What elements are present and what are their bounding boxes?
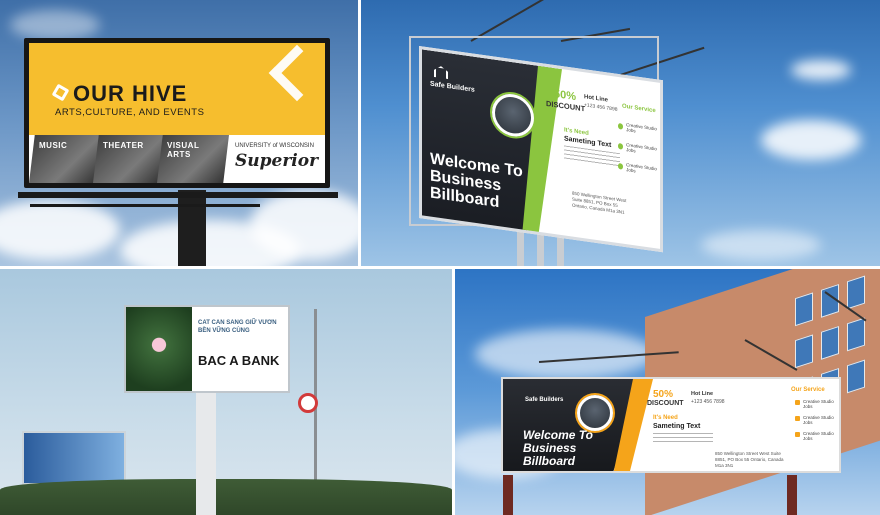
cloud	[761, 120, 861, 160]
photo-strip: MUSIC THEATER VISUAL ARTS UNIVERSITY of …	[29, 135, 325, 183]
building-window	[821, 325, 839, 360]
billboard-frame: OUR HIVE ARTS,CULTURE, AND EVENTS MUSIC …	[24, 38, 330, 188]
portrait-photo	[577, 395, 613, 431]
hexagon-icon	[51, 83, 70, 102]
discount-label: DISCOUNT	[647, 400, 684, 407]
bullet-icon	[618, 142, 624, 150]
service-item: Creative Studio Jobs	[618, 161, 662, 177]
photo-tile-theater: THEATER	[93, 135, 165, 183]
building-window	[795, 334, 813, 369]
building-window	[795, 292, 813, 327]
service-label: Creative Studio Jobs	[626, 162, 657, 174]
billboard-title: OUR HIVE	[73, 81, 188, 106]
service-item: Creative Studio Jobs	[795, 415, 839, 425]
headline: Welcome To Business Billboard	[523, 428, 594, 468]
services-title: Our Service	[791, 387, 825, 393]
hotline-label: Hot Line	[691, 391, 713, 397]
brand-logo: Superior	[235, 151, 319, 171]
billboard-photo-safe-builders-orange: Safe Builders Welcome To Business Billbo…	[455, 269, 880, 515]
hotline-number: +123 456 7898	[584, 102, 618, 113]
billboard-leg	[503, 475, 513, 515]
body-text-lines	[653, 433, 713, 443]
cloud	[0, 200, 120, 260]
bank-logo: BAC A BANK	[198, 353, 280, 368]
billboard-photo-safe-builders-green: Safe Builders Welcome To Business Billbo…	[361, 0, 880, 266]
cloud	[701, 230, 821, 260]
service-list: Creative Studio Jobs Creative Studio Job…	[618, 121, 662, 187]
cloud	[10, 10, 100, 40]
hotline-number: +123 456 7898	[691, 399, 725, 405]
tile-label: VISUAL ARTS	[167, 141, 200, 159]
tree-line	[0, 479, 452, 515]
billboard-photo-bac-a-bank: CAT CAN SANG GIỮ VƯƠN BỀN VỮNG CÙNG BAC …	[0, 269, 452, 515]
billboard-pole	[196, 393, 216, 515]
photo-tile-music: MUSIC	[29, 135, 101, 183]
service-item: Creative Studio Jobs	[795, 431, 839, 441]
section-heading: Sameting Text	[653, 423, 701, 430]
university-label: UNIVERSITY of WISCONSIN	[235, 143, 314, 149]
tile-label: MUSIC	[39, 141, 68, 150]
need-label: It's Need	[653, 415, 678, 421]
service-item: Creative Studio Jobs	[795, 399, 839, 409]
bullet-icon	[618, 162, 624, 170]
billboard-face: Safe Builders Welcome To Business Billbo…	[501, 377, 841, 473]
building-window	[847, 317, 865, 352]
service-label: Creative Studio Jobs	[626, 122, 657, 134]
service-item: Creative Studio Jobs	[618, 141, 662, 157]
service-list: Creative Studio Jobs Creative Studio Job…	[795, 399, 839, 447]
address: 850 Wellington Street West Suite 8851, P…	[572, 190, 627, 215]
billboard-catwalk	[18, 192, 338, 198]
billboard-rail	[30, 204, 260, 207]
body-text-lines	[564, 145, 620, 168]
cloud	[791, 60, 851, 80]
services-title: Our Service	[622, 103, 656, 115]
building-window	[847, 359, 865, 394]
service-label: Creative Studio Jobs	[626, 142, 657, 154]
billboard-photo-our-hive: OUR HIVE ARTS,CULTURE, AND EVENTS MUSIC …	[0, 0, 358, 266]
tile-label: THEATER	[103, 141, 144, 150]
company-logo: Safe Builders	[525, 397, 564, 403]
billboard-leg	[787, 475, 797, 515]
traffic-sign	[298, 393, 318, 413]
secondary-billboard	[22, 431, 126, 485]
service-item: Creative Studio Jobs	[618, 121, 662, 137]
cloud	[250, 190, 358, 260]
billboard-face: CAT CAN SANG GIỮ VƯƠN BỀN VỮNG CÙNG BAC …	[124, 305, 290, 393]
billboard-face: Safe Builders Welcome To Business Billbo…	[419, 46, 663, 253]
photo-tile-visual-arts: VISUAL ARTS	[157, 135, 229, 183]
chevron-icon	[268, 44, 325, 102]
billboard-face: OUR HIVE ARTS,CULTURE, AND EVENTS MUSIC …	[29, 43, 325, 183]
building-window	[847, 275, 865, 310]
bullet-icon	[618, 122, 624, 130]
discount-percent: 50%	[653, 389, 674, 400]
billboard-post	[178, 190, 206, 266]
address: 850 Wellington Street West Suite 8851, P…	[715, 451, 784, 468]
lotus-photo	[126, 307, 192, 391]
slogan: CAT CAN SANG GIỮ VƯƠN BỀN VỮNG CÙNG	[198, 320, 277, 334]
billboard-subtitle: ARTS,CULTURE, AND EVENTS	[55, 107, 205, 118]
